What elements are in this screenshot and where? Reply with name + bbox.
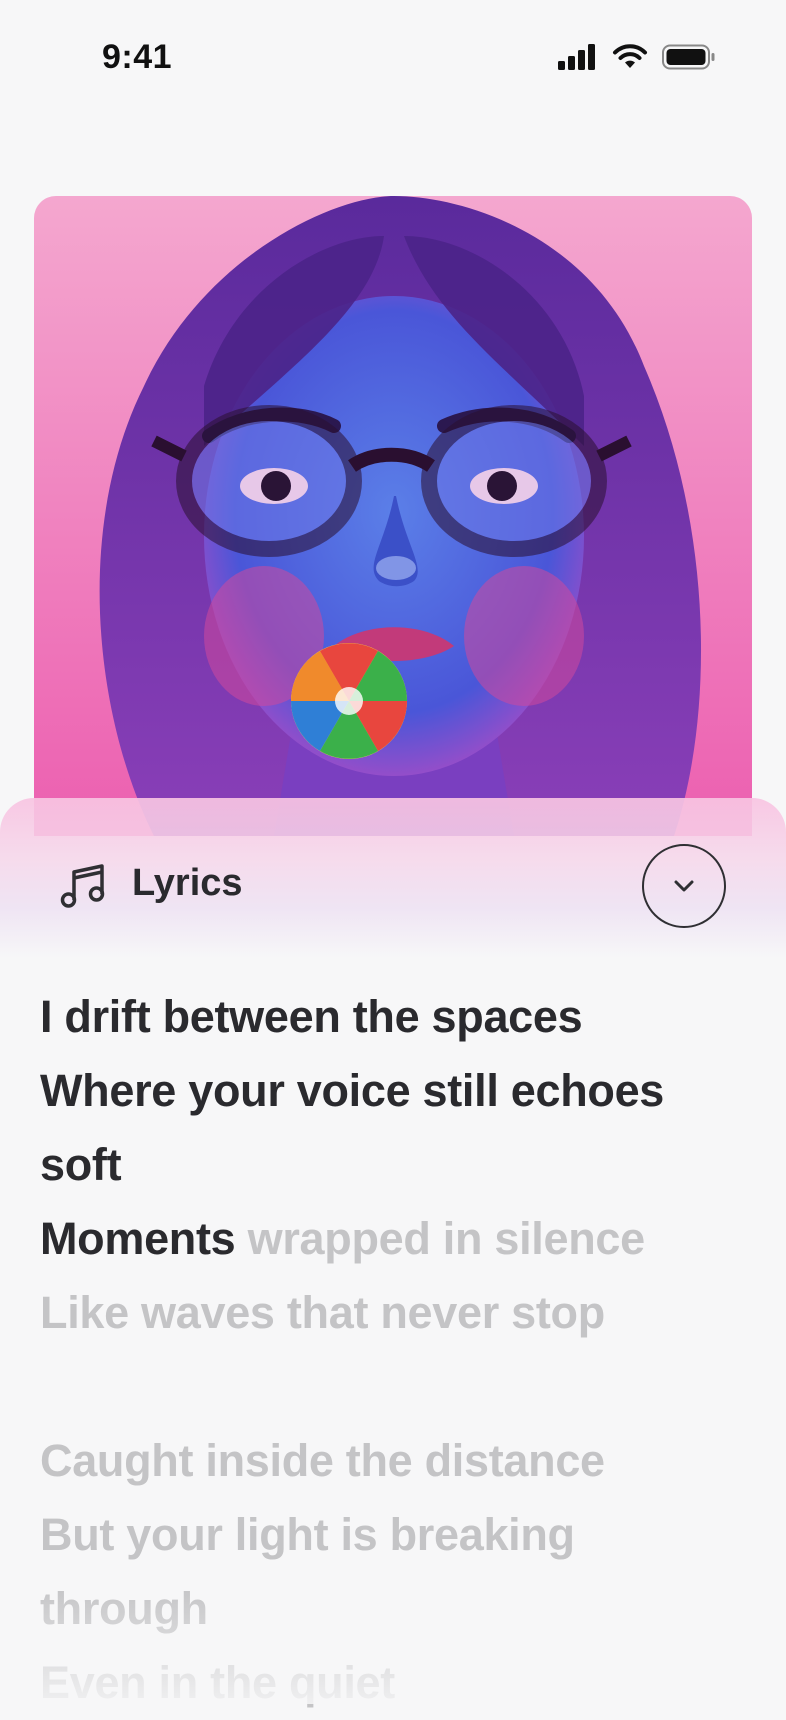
stanza-gap [40,1350,740,1424]
music-note-icon [60,864,105,908]
lyrics-header: Lyrics [0,844,786,928]
lyric-line[interactable]: Caught inside the distance [40,1424,740,1498]
lyric-line[interactable]: soft [40,1128,740,1202]
lyric-line[interactable]: Even in the quiet [40,1646,740,1720]
lyric-sung-part: Moments [40,1213,236,1264]
chevron-down-icon [674,880,694,892]
lyric-line[interactable]: Like waves that never stop [40,1276,740,1350]
lyric-line[interactable]: through [40,1572,740,1646]
status-time: 9:41 [102,38,173,76]
status-icons [558,44,716,70]
lyric-line[interactable]: I drift between the spaces [40,980,740,1054]
wifi-icon [613,44,647,68]
album-artwork [34,196,752,836]
lyrics-list[interactable]: I drift between the spaces Where your vo… [40,980,740,1720]
lyrics-title: Lyrics [132,862,243,904]
collapse-lyrics-button[interactable] [642,844,726,928]
cellular-signal-icon [558,44,595,70]
lyric-unsung-part: wrapped in silence [235,1213,646,1264]
lyric-line[interactable]: But your light is breaking [40,1498,740,1572]
battery-icon [662,44,715,70]
lyric-line[interactable]: Where your voice still echoes [40,1054,740,1128]
lyric-line-current[interactable]: Moments wrapped in silence [40,1202,740,1276]
status-bar: 9:41 [0,0,786,120]
